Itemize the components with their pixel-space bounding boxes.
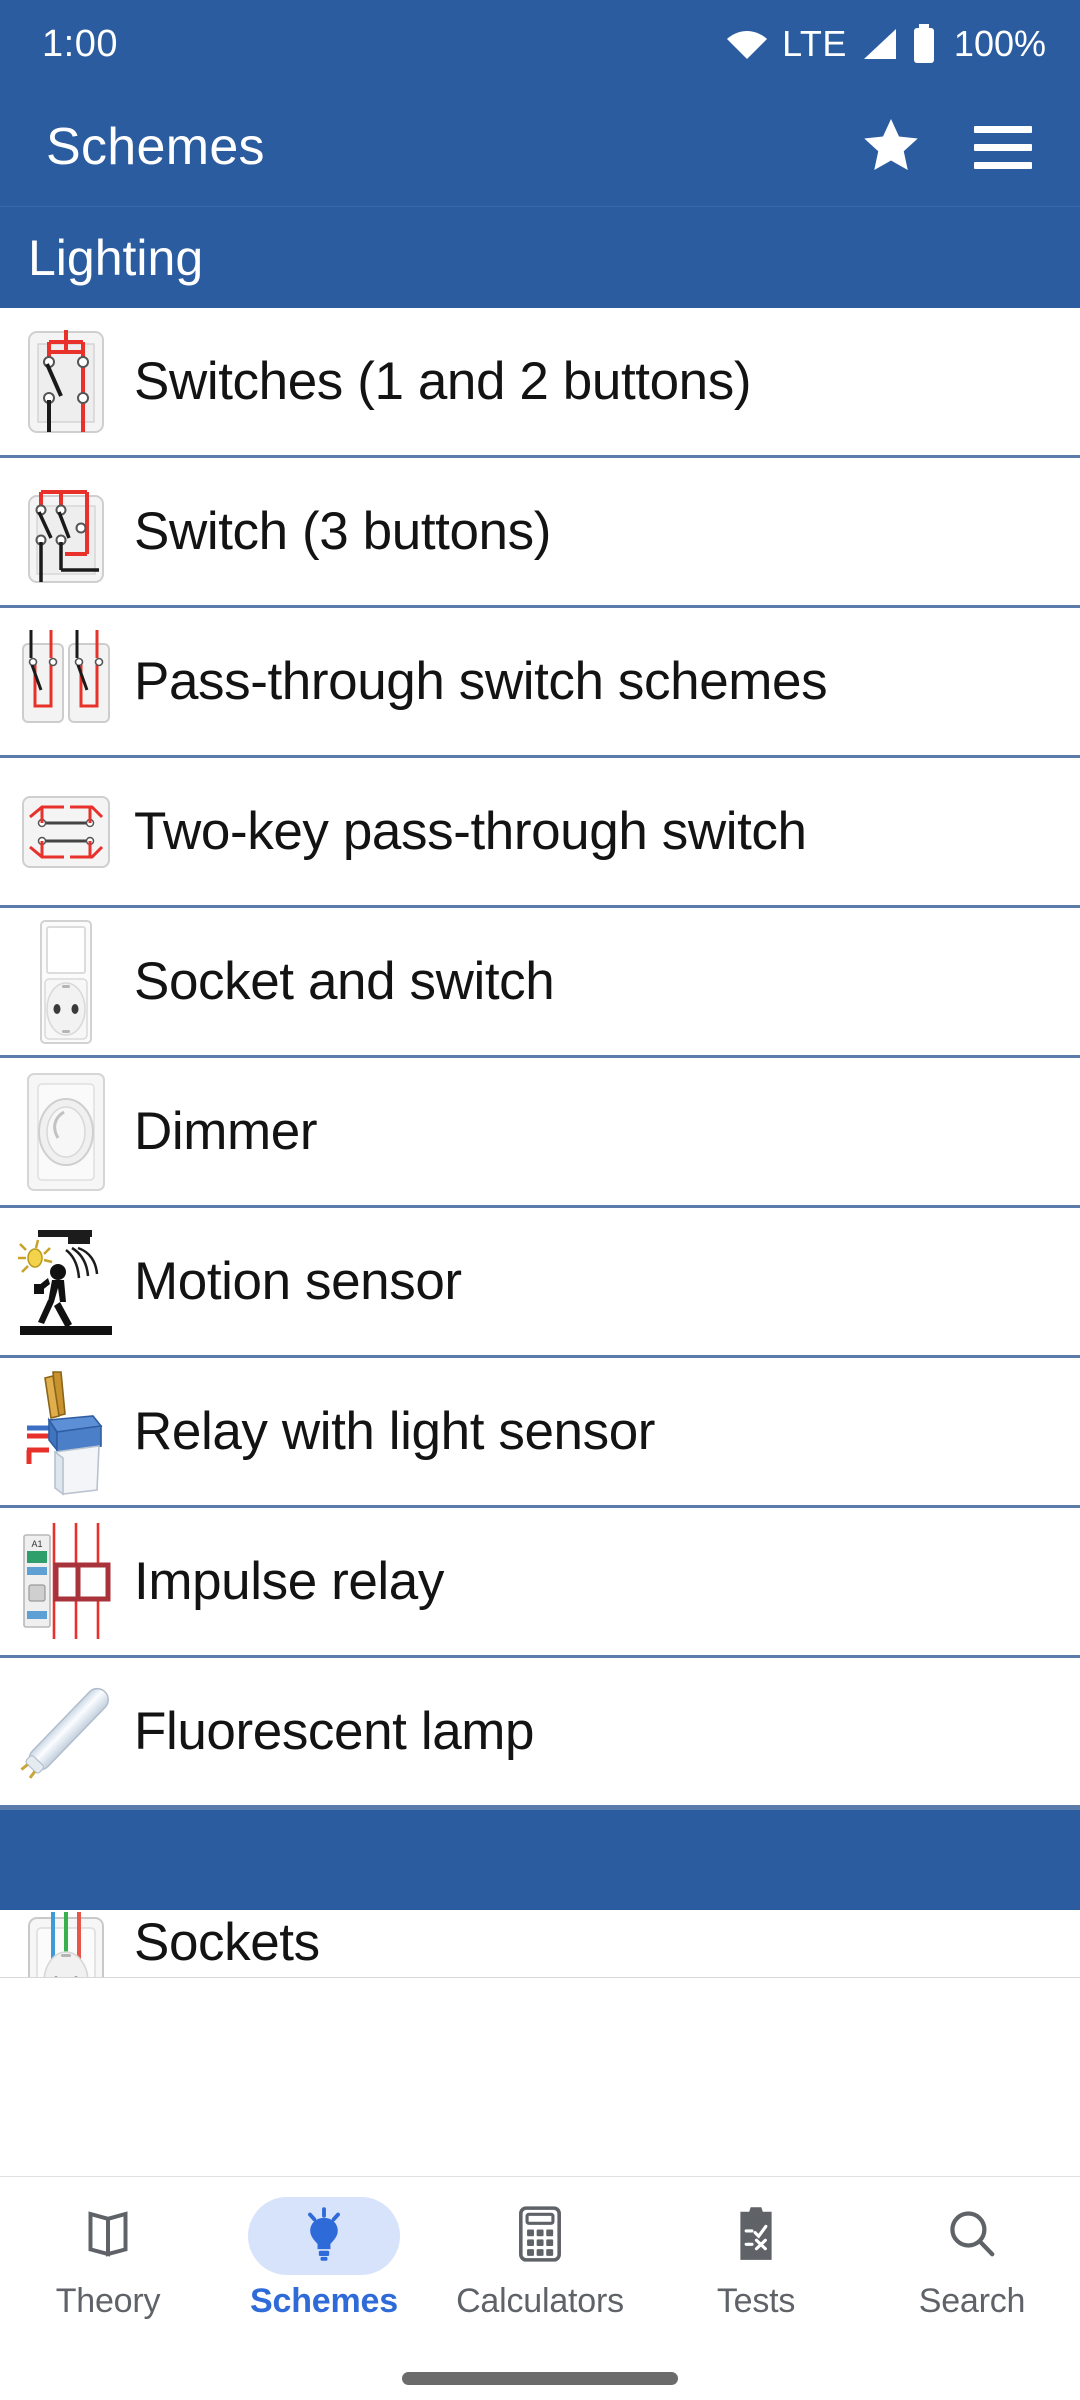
nav-pill-tests bbox=[680, 2197, 832, 2275]
favorites-star-button[interactable] bbox=[854, 110, 928, 184]
list-item-label: Impulse relay bbox=[134, 1552, 444, 1611]
list-item-label: Sockets bbox=[134, 1913, 320, 1972]
nav-pill-search bbox=[896, 2197, 1048, 2275]
list-item-label: Relay with light sensor bbox=[134, 1402, 656, 1461]
nav-label-search: Search bbox=[918, 2282, 1026, 2320]
list-item[interactable]: Motion sensor bbox=[0, 1208, 1080, 1358]
socket-and-switch-thumb bbox=[16, 919, 116, 1044]
list-item[interactable]: Relay with light sensor bbox=[0, 1358, 1080, 1508]
pass-through-switch-thumb bbox=[16, 620, 116, 744]
list-item[interactable]: Two-key pass-through switch bbox=[0, 758, 1080, 908]
nav-label-tests: Tests bbox=[716, 2282, 796, 2320]
list-item-label: Socket and switch bbox=[134, 952, 555, 1011]
impulse-relay-thumb: A1 bbox=[16, 1520, 116, 1644]
list-item-label: Switch (3 buttons) bbox=[134, 502, 551, 561]
battery-full-icon bbox=[911, 24, 937, 64]
list-item[interactable]: Switches (1 and 2 buttons) bbox=[0, 308, 1080, 458]
schemes-scroll-area[interactable]: Lighting Switches (1 and 2 buttons) Swit… bbox=[0, 206, 1080, 1978]
section-header-sockets bbox=[0, 1808, 1080, 1910]
switch-3-buttons-thumb bbox=[16, 470, 116, 594]
list-item-label: Fluorescent lamp bbox=[134, 1702, 535, 1761]
status-clock: 1:00 bbox=[42, 22, 118, 65]
nav-pill-calculators bbox=[464, 2197, 616, 2275]
signal-bars-icon bbox=[860, 27, 898, 61]
gesture-pill[interactable] bbox=[402, 2371, 678, 2385]
nav-item-calculators[interactable]: Calculators bbox=[432, 2197, 648, 2321]
battery-percent-label: 100% bbox=[953, 23, 1046, 64]
nav-label-schemes: Schemes bbox=[250, 2282, 398, 2320]
open-book-icon bbox=[80, 2206, 136, 2267]
list-item-label: Switches (1 and 2 buttons) bbox=[134, 352, 752, 411]
app-bar: Schemes bbox=[0, 88, 1080, 206]
list-item[interactable]: Socket and switch bbox=[0, 908, 1080, 1058]
two-key-pass-through-thumb bbox=[16, 770, 116, 894]
list-item[interactable]: Fluorescent lamp bbox=[0, 1658, 1080, 1808]
dimmer-thumb bbox=[16, 1070, 116, 1194]
list-item-label: Dimmer bbox=[134, 1102, 318, 1161]
nav-label-calculators: Calculators bbox=[456, 2282, 624, 2320]
list-item-label: Motion sensor bbox=[134, 1252, 462, 1311]
page-title: Schemes bbox=[46, 118, 265, 176]
nav-item-tests[interactable]: Tests bbox=[648, 2197, 864, 2321]
status-indicators: LTE 100% bbox=[725, 23, 1046, 65]
list-item[interactable]: A1 Impulse relay bbox=[0, 1508, 1080, 1658]
wifi-icon bbox=[725, 27, 769, 61]
list-item[interactable]: Switch (3 buttons) bbox=[0, 458, 1080, 608]
list-item-label: Two-key pass-through switch bbox=[134, 802, 807, 861]
app-bar-actions bbox=[854, 110, 1040, 184]
clipboard-check-icon bbox=[733, 2205, 779, 2268]
section-header-lighting: Lighting bbox=[0, 206, 1080, 308]
bottom-nav-items: Theory Schemes Calculators Tests Search bbox=[0, 2177, 1080, 2356]
star-icon bbox=[860, 115, 922, 180]
nav-pill-theory bbox=[32, 2197, 184, 2275]
sockets-thumb bbox=[16, 1910, 116, 1977]
list-item-label: Pass-through switch schemes bbox=[134, 652, 828, 711]
nav-item-theory[interactable]: Theory bbox=[0, 2197, 216, 2321]
nav-pill-schemes bbox=[248, 2197, 400, 2275]
relay-light-sensor-thumb bbox=[16, 1370, 116, 1496]
menu-button[interactable] bbox=[966, 110, 1040, 184]
bottom-navigation-bar: Theory Schemes Calculators Tests Search bbox=[0, 2176, 1080, 2400]
nav-label-theory: Theory bbox=[55, 2282, 161, 2320]
nav-item-schemes[interactable]: Schemes bbox=[216, 2197, 432, 2321]
gesture-navigation-bar[interactable] bbox=[0, 2356, 1080, 2400]
list-item[interactable]: Pass-through switch schemes bbox=[0, 608, 1080, 758]
switch-1-2-buttons-thumb bbox=[16, 320, 116, 444]
motion-sensor-thumb bbox=[16, 1220, 116, 1344]
list-item[interactable]: Sockets bbox=[0, 1910, 1080, 1978]
calculator-icon bbox=[515, 2205, 565, 2268]
status-bar: 1:00 LTE 100% bbox=[0, 0, 1080, 88]
nav-item-search[interactable]: Search bbox=[864, 2197, 1080, 2321]
section-header-label: Lighting bbox=[28, 229, 204, 286]
magnifier-icon bbox=[945, 2207, 999, 2266]
fluorescent-lamp-thumb bbox=[16, 1670, 116, 1794]
hamburger-menu-icon bbox=[974, 125, 1032, 169]
network-type-label: LTE bbox=[782, 23, 847, 64]
lightbulb-icon bbox=[298, 2206, 350, 2267]
list-item[interactable]: Dimmer bbox=[0, 1058, 1080, 1208]
svg-text:A1: A1 bbox=[31, 1539, 42, 1549]
